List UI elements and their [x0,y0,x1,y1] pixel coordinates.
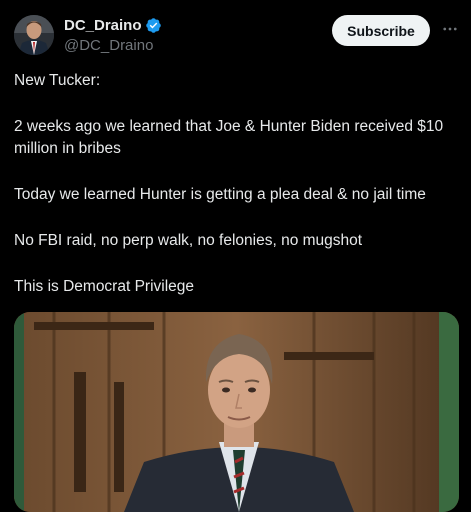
tweet-media-video[interactable] [14,312,459,512]
tweet-paragraph: Today we learned Hunter is getting a ple… [14,186,426,203]
subscribe-button[interactable]: Subscribe [332,15,430,46]
tweet-paragraph: This is Democrat Privilege [14,278,195,295]
author-display-name[interactable]: DC_Draino [64,16,142,35]
verified-badge-icon [145,17,162,34]
tweet-text: New Tucker: 2 weeks ago we learned that … [14,70,464,322]
author-handle[interactable]: @DC_Draino [64,36,153,55]
tweet-paragraph: No FBI raid, no perp walk, no felonies, … [14,232,363,249]
tweet-paragraph: 2 weeks ago we learned that Joe & Hunter… [14,118,444,157]
author-name-row[interactable]: DC_Draino [64,16,162,35]
tweet-paragraph: New Tucker: [14,72,101,89]
author-avatar[interactable] [14,15,54,55]
more-horizontal-icon[interactable] [439,18,461,40]
